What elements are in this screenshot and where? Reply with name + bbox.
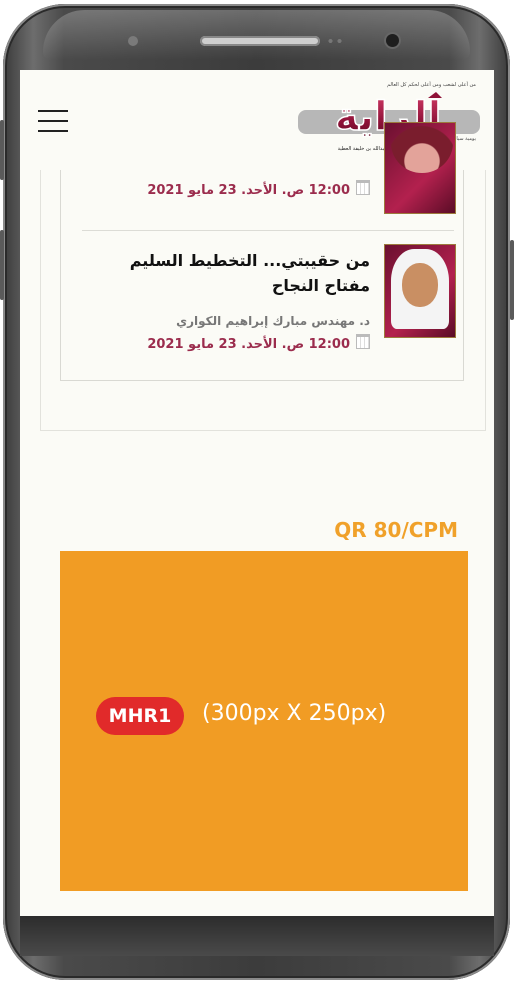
phone-chin [20, 916, 494, 956]
portrait-face [402, 263, 438, 307]
menu-icon[interactable] [38, 110, 68, 132]
article-thumbnail[interactable] [384, 244, 456, 338]
ad-slot-badge: MHR1 [96, 697, 184, 735]
phone-screen: من أعلى لشعب ومن أعلى لحكم كل العالم الر… [20, 70, 494, 916]
list-item[interactable]: من حقيبتي... التخطيط السليم مفتاح النجاح… [80, 240, 456, 352]
phone-bezel-shine [43, 10, 470, 60]
article-title[interactable]: من حقيبتي... التخطيط السليم مفتاح النجاح [110, 248, 370, 298]
article-author[interactable]: د. مهندس مبارك إبراهيم الكواري [110, 314, 370, 328]
ad-size-label: (300px X 250px) [202, 701, 387, 726]
portrait-image [391, 113, 453, 173]
calendar-icon [356, 334, 370, 349]
ad-price: QR 80/CPM [334, 518, 458, 542]
logo-tagline: من أعلى لشعب ومن أعلى لحكم كل العالم [387, 82, 476, 88]
phone-side-button [0, 230, 4, 300]
earpiece-speaker [200, 36, 320, 46]
speaker-dots [326, 38, 344, 44]
list-divider [82, 230, 454, 231]
article-date: 12:00 ص. الأحد. 23 مايو 2021 [100, 180, 370, 198]
article-thumbnail[interactable] [384, 113, 456, 214]
phone-power-button [510, 240, 514, 320]
list-item[interactable]: 12:00 ص. الأحد. 23 مايو 2021 [80, 113, 456, 218]
sensor-dot [128, 36, 138, 46]
article-date: 12:00 ص. الأحد. 23 مايو 2021 [100, 334, 370, 352]
phone-volume-button [0, 120, 4, 180]
calendar-icon [356, 180, 370, 195]
ad-banner[interactable]: MHR1 (300px X 250px) [60, 551, 468, 891]
front-camera [386, 34, 399, 47]
